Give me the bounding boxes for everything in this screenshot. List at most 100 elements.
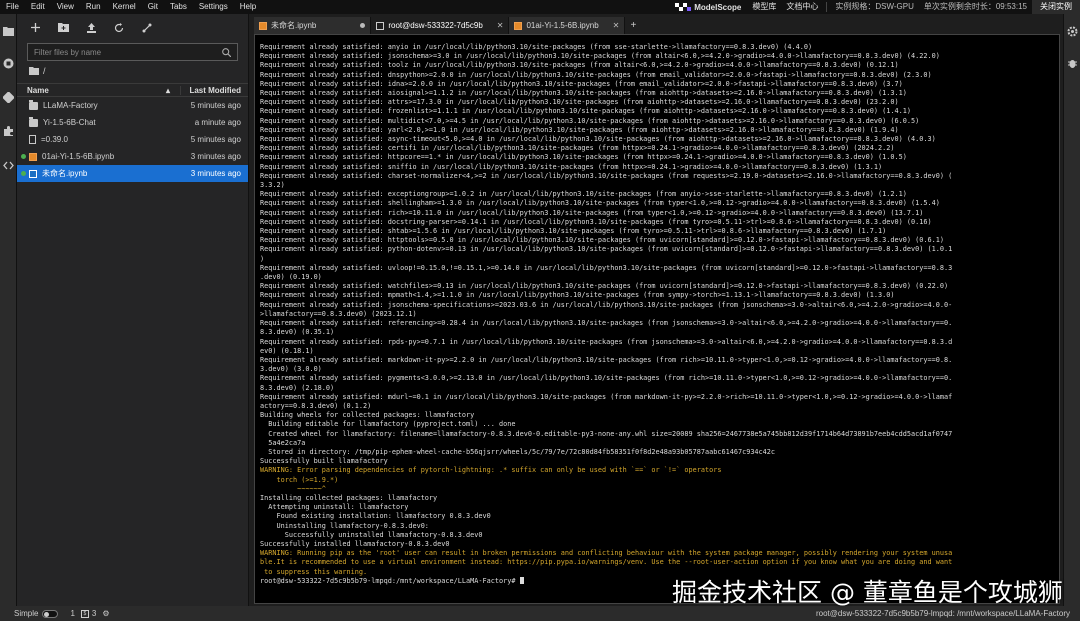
terminal-line: Requirement already satisfied: httptools… — [260, 236, 944, 245]
file-browser: / Name ▴ Last Modified LLaMA-Factory 5 m… — [17, 14, 249, 606]
list-item[interactable]: 未命名.ipynb 3 minutes ago — [17, 165, 248, 182]
terminal-line: Requirement already satisfied: frozenlis… — [260, 107, 912, 116]
menu-git[interactable]: Git — [142, 0, 164, 14]
terminal-count[interactable]: 3 — [92, 609, 96, 618]
terminal-line: Requirement already satisfied: shellingh… — [260, 199, 940, 208]
new-folder-button[interactable] — [57, 22, 69, 34]
terminal-line: .dev0) (0.19.0) — [260, 273, 322, 282]
list-item[interactable]: Yi-1.5-6B-Chat a minute ago — [17, 114, 248, 131]
menu-help[interactable]: Help — [234, 0, 262, 14]
file-list: LLaMA-Factory 5 minutes ago Yi-1.5-6B-Ch… — [17, 97, 248, 182]
terminal-line: Requirement already satisfied: sniffio i… — [260, 162, 883, 171]
terminal-line: ble.It is recommended to use a virtual e… — [260, 558, 953, 567]
terminal-lines: Requirement already satisfied: anyio in … — [260, 43, 1055, 586]
model-library-link[interactable]: 模型库 — [747, 0, 781, 14]
list-item[interactable]: =0.39.0 5 minutes ago — [17, 131, 248, 148]
terminal-line: Requirement already satisfied: rich>=10.… — [260, 208, 924, 217]
simple-mode-toggle[interactable] — [42, 609, 59, 618]
terminal-line: Requirement already satisfied: shtab>=1.… — [260, 227, 887, 236]
simple-mode-label: Simple — [14, 609, 39, 618]
terminal-line: Requirement already satisfied: toolz in … — [260, 61, 899, 70]
notebook-icon — [29, 152, 37, 161]
unsaved-dot-icon[interactable] — [360, 23, 366, 28]
menu-edit[interactable]: Edit — [25, 0, 51, 14]
code-icon[interactable] — [3, 160, 14, 171]
file-list-header: Name ▴ Last Modified — [17, 83, 248, 97]
new-launcher-button[interactable] — [29, 22, 41, 34]
upload-button[interactable] — [85, 22, 97, 34]
close-icon[interactable]: ✕ — [613, 21, 620, 30]
gear-icon[interactable] — [1067, 26, 1078, 37]
folder-icon[interactable] — [3, 26, 14, 37]
list-item[interactable]: 01ai-Yi-1.5-6B.ipynb 3 minutes ago — [17, 148, 248, 165]
notebook-icon — [29, 169, 37, 178]
terminal-line: Stored in directory: /tmp/pip-ephem-whee… — [260, 447, 776, 456]
modified-column-header[interactable]: Last Modified — [181, 86, 241, 95]
filter-files-input[interactable] — [34, 47, 222, 57]
menu-view[interactable]: View — [51, 0, 80, 14]
terminal-line: ) — [260, 254, 265, 263]
folder-icon — [29, 116, 38, 127]
terminal-line: 3.3.2) — [260, 181, 285, 190]
remaining-time: 单次实例剩余时长：09:53:15 — [923, 2, 1027, 11]
terminal-line: Requirement already satisfied: httpcore=… — [260, 153, 907, 162]
terminal-line: 8.3.dev0) (2.18.0) — [260, 383, 335, 392]
terminal-line: Requirement already satisfied: referenci… — [260, 319, 953, 328]
menu-run[interactable]: Run — [80, 0, 107, 14]
terminal-line: Requirement already satisfied: aiosignal… — [260, 89, 907, 98]
divider — [826, 2, 828, 12]
terminal-line: actory==0.8.3.dev0) (0.1.2) — [260, 401, 372, 410]
puzzle-extension-icon[interactable] — [3, 126, 14, 137]
breadcrumb[interactable]: / — [17, 63, 248, 79]
close-instance-button[interactable]: 关闭实例 — [1032, 0, 1080, 14]
list-item[interactable]: LLaMA-Factory 5 minutes ago — [17, 97, 248, 114]
modelscope-brand[interactable]: ModelScope — [669, 2, 747, 12]
brand-name: ModelScope — [694, 2, 742, 12]
terminal-line: Building editable for llamafactory (pypr… — [260, 420, 516, 429]
close-icon[interactable]: ✕ — [497, 21, 504, 30]
terminal-line: Requirement already satisfied: jsonschem… — [260, 52, 940, 61]
refresh-button[interactable] — [113, 22, 125, 34]
terminal-line: Requirement already satisfied: watchfile… — [260, 282, 949, 291]
terminal-line: ~~~~~~^ — [260, 484, 326, 493]
terminal-line: Building wheels for collected packages: … — [260, 411, 475, 420]
terminal-output[interactable]: Requirement already satisfied: anyio in … — [254, 34, 1060, 604]
settings-gear-icon[interactable]: ⚙ — [102, 609, 109, 618]
notebook-icon — [259, 21, 267, 30]
kernel-count[interactable]: 1 — [70, 609, 74, 618]
git-icon[interactable] — [2, 91, 15, 104]
new-tab-plus-icon[interactable]: + — [625, 17, 641, 34]
terminal-line: Requirement already satisfied: charset-n… — [260, 171, 953, 180]
menu-settings[interactable]: Settings — [193, 0, 234, 14]
menu-file[interactable]: File — [0, 0, 25, 14]
terminal-line: Requirement already satisfied: dnspython… — [260, 70, 932, 79]
terminal-line: Found existing installation: llamafactor… — [260, 512, 491, 521]
tab-yi-notebook[interactable]: 01ai-Yi-1.5-6B.ipynb ✕ — [509, 17, 626, 34]
terminal-line: torch (>=1.9.*) — [260, 475, 339, 484]
plus-icon — [30, 23, 40, 32]
terminal-line: Requirement already satisfied: markdown-… — [260, 355, 953, 364]
name-column-header[interactable]: Name ▴ — [27, 85, 181, 95]
terminal-count-icon: $ — [80, 609, 89, 618]
git-clone-button[interactable] — [141, 22, 153, 34]
menu-tabs[interactable]: Tabs — [164, 0, 193, 14]
terminal-line: Requirement already satisfied: anyio in … — [260, 43, 813, 51]
terminal-line: Installing collected packages: llamafact… — [260, 493, 438, 502]
file-toolbar — [17, 14, 248, 41]
terminal-line: Successfully uninstalled llamafactory-0.… — [260, 530, 483, 539]
terminal-line: Requirement already satisfied: uvloop!=0… — [260, 263, 953, 272]
tab-terminal[interactable]: root@dsw-533322-7d5c9b ✕ — [371, 17, 510, 34]
tab-untitled-notebook[interactable]: 未命名.ipynb — [254, 17, 372, 34]
running-icon[interactable] — [3, 58, 14, 69]
sort-caret-icon: ▴ — [165, 85, 170, 95]
terminal-line: Requirement already satisfied: attrs>=17… — [260, 98, 899, 107]
folder-icon — [29, 99, 38, 110]
terminal-line: Successfully installed llamafactory-0.8.… — [260, 539, 450, 548]
terminal-line: Requirement already satisfied: pygments<… — [260, 374, 953, 383]
refresh-icon — [114, 22, 124, 32]
terminal-line: Requirement already satisfied: docstring… — [260, 217, 932, 226]
docs-center-link[interactable]: 文档中心 — [781, 0, 823, 14]
debugger-icon[interactable] — [1067, 58, 1078, 69]
menu-kernel[interactable]: Kernel — [107, 0, 142, 14]
terminal-line: Uninstalling llamafactory-0.8.3.dev0: — [260, 521, 429, 530]
